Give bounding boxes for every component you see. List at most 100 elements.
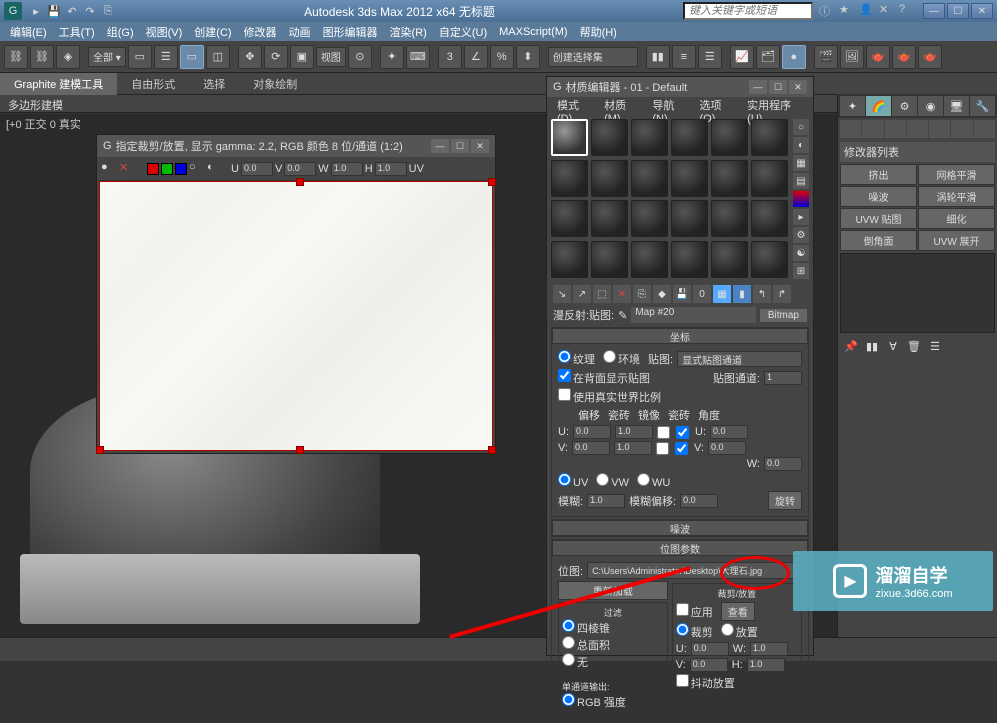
help-search-input[interactable] [683,2,813,20]
matlib-icon[interactable]: ⊞ [793,263,809,279]
motion-tab-icon[interactable]: ◉ [918,96,943,116]
menu-modifiers[interactable]: 修改器 [238,24,283,40]
crop-w-spin[interactable]: 1.0 [331,162,363,176]
wu-radio[interactable]: WU [637,473,670,489]
menu-views[interactable]: 视图(V) [140,24,189,40]
vw-radio[interactable]: VW [596,473,629,489]
u-tile-check[interactable] [676,426,689,439]
video-check-icon[interactable] [793,191,809,207]
sample-slot[interactable] [591,241,628,278]
sample-slot[interactable] [631,160,668,197]
pivot-icon[interactable]: ⊙ [348,45,372,69]
percent-snap-icon[interactable]: % [490,45,514,69]
menu-maxscript[interactable]: MAXScript(M) [493,26,573,38]
qat-open-icon[interactable]: ▸ [28,3,44,19]
options-icon[interactable]: ⚙ [793,227,809,243]
sample-slot[interactable] [671,241,708,278]
scale-icon[interactable]: ▣ [290,45,314,69]
make-preview-icon[interactable]: ▸ [793,209,809,225]
render-setup-icon[interactable]: 🎬 [814,45,838,69]
menu-grapheditors[interactable]: 图形编辑器 [317,24,384,40]
sample-slot[interactable] [551,200,588,237]
sample-slot[interactable] [671,119,708,156]
infocenter-icon[interactable]: ⓘ [819,3,835,19]
bind-icon[interactable]: ◈ [56,45,80,69]
ref-coord-combo[interactable]: 视图 [316,47,346,67]
menu-group[interactable]: 组(G) [101,24,140,40]
exchange-icon[interactable]: ✕ [879,3,895,19]
mat-max-button[interactable]: ☐ [769,80,787,94]
mat-menu-material[interactable]: 材质(M) [598,97,646,115]
modifier-stack[interactable] [840,253,995,333]
mat-close-button[interactable]: ✕ [789,80,807,94]
menu-rendering[interactable]: 渲染(R) [384,24,433,40]
assign-icon[interactable]: ⬚ [593,285,611,303]
crop-uv-label[interactable]: UV [409,163,424,175]
sample-slot[interactable] [631,200,668,237]
apply-check[interactable]: 应用 [676,603,713,620]
qat-undo-icon[interactable]: ↶ [64,3,80,19]
menu-animation[interactable]: 动画 [283,24,317,40]
subtab-3[interactable] [885,120,906,138]
modify-tab-icon[interactable]: 🌈 [866,96,891,116]
show-in-vp-icon[interactable]: ▦ [713,285,731,303]
crop-blue-swatch[interactable] [175,163,187,175]
none-radio[interactable]: 无 [562,653,588,670]
keyboard-icon[interactable]: ⌨ [406,45,430,69]
teapot-icon[interactable]: 🫖 [918,45,942,69]
crop-green-swatch[interactable] [161,163,173,175]
crop-close-button[interactable]: ✕ [471,139,489,153]
make-unique-stack-icon[interactable]: ∀ [884,337,902,355]
background-icon[interactable]: ▦ [793,155,809,171]
bitmap-path-button[interactable]: C:\Users\Administrator\Desktop\大理石.jpg [587,562,802,579]
modifier-list-combo[interactable]: 修改器列表 [840,142,995,162]
sample-slot[interactable] [671,160,708,197]
hierarchy-tab-icon[interactable]: ⚙ [892,96,917,116]
mat-titlebar[interactable]: G 材质编辑器 - 01 - Default — ☐ ✕ [547,77,813,97]
maximize-button[interactable]: ☐ [947,3,969,19]
v-mirror-check[interactable] [656,442,669,455]
mod-turbosmooth[interactable]: 涡轮平滑 [918,186,995,207]
align-icon[interactable]: ≡ [672,45,696,69]
crop-v-spin[interactable]: 0.0 [690,658,728,672]
rgbint-radio[interactable]: RGB 强度 [562,693,626,710]
sample-slot[interactable] [711,200,748,237]
crop-mono-icon[interactable]: ◐ [207,161,223,177]
selection-filter-combo[interactable]: 全部 ▾ [88,47,126,67]
mat-menu-mode[interactable]: 模式(D) [551,97,598,115]
w-angle-spin[interactable]: 0.0 [764,457,802,471]
u-mirror-check[interactable] [657,426,670,439]
minimize-button[interactable]: — [923,3,945,19]
sample-slot[interactable] [551,241,588,278]
sample-slot[interactable] [751,160,788,197]
bitmap-header[interactable]: 位图参数 [552,540,808,556]
angle-snap-icon[interactable]: ∠ [464,45,488,69]
summed-radio[interactable]: 总面积 [562,636,610,653]
mat-min-button[interactable]: — [749,80,767,94]
sample-slot[interactable] [591,160,628,197]
remove-mod-icon[interactable]: 🗑 [905,337,923,355]
coordinates-header[interactable]: 坐标 [552,328,808,344]
put-to-scene-icon[interactable]: ↗ [573,285,591,303]
matid-icon[interactable]: 0 [693,285,711,303]
go-parent-icon[interactable]: ↰ [753,285,771,303]
snap-toggle-icon[interactable]: 3 [438,45,462,69]
crop-w-spin[interactable]: 1.0 [750,642,788,656]
star-icon[interactable]: ★ [839,3,855,19]
crop-alpha-icon[interactable]: ○ [189,161,205,177]
jitter-check[interactable]: 抖动放置 [676,674,735,691]
bluroffset-spin[interactable]: 0.0 [680,494,718,508]
subtab-7[interactable] [974,120,995,138]
v-offset-spin[interactable]: 0.0 [572,441,610,455]
viewport-label[interactable]: [+0 正交 0 真实 [6,116,81,132]
mapchannel-spin[interactable]: 1 [764,371,802,385]
make-unique-icon[interactable]: ◆ [653,285,671,303]
manipulate-icon[interactable]: ✦ [380,45,404,69]
crop-radio[interactable]: 裁剪 [676,623,713,640]
uv-radio[interactable]: UV [558,473,588,489]
help-icon[interactable]: ? [899,3,915,19]
curve-editor-icon[interactable]: 📈 [730,45,754,69]
crop-red-swatch[interactable] [147,163,159,175]
sample-slot[interactable] [631,119,668,156]
crop-save-icon[interactable]: ● [101,161,117,177]
